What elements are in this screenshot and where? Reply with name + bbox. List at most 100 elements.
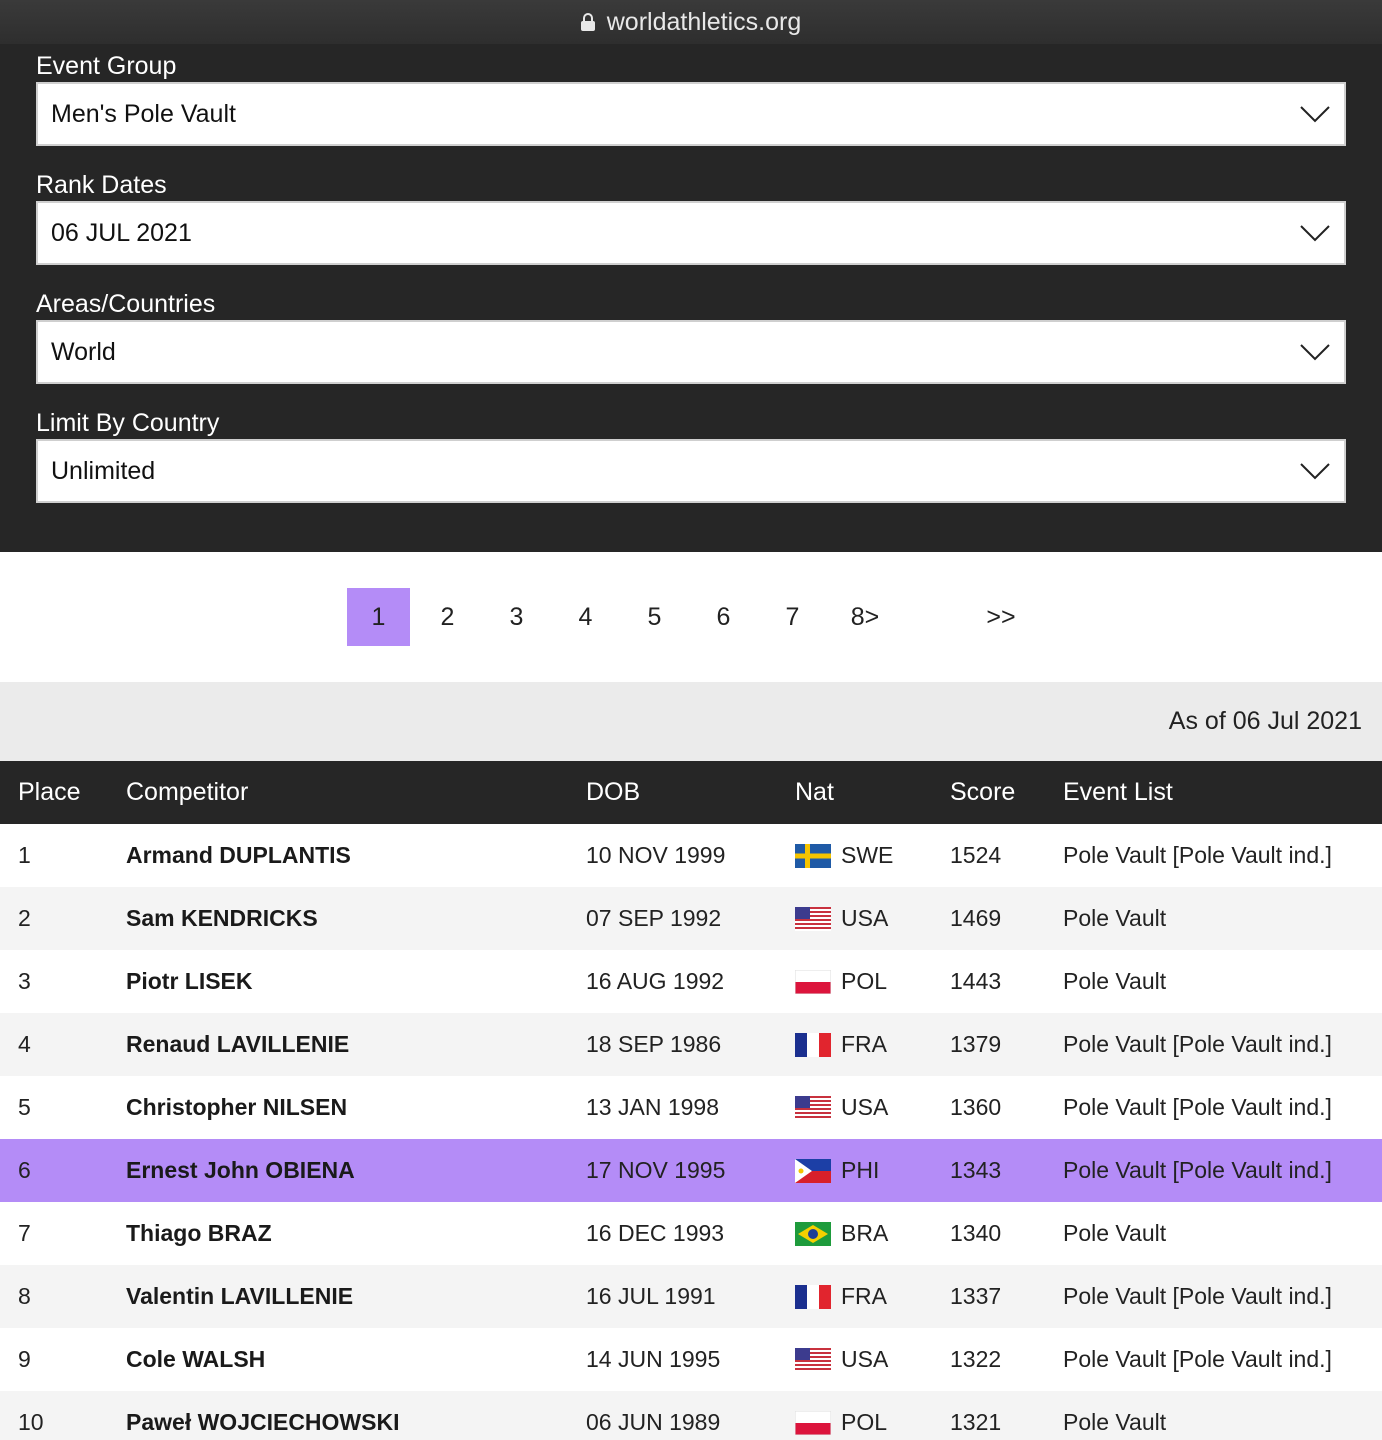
place-cell: 2 (18, 905, 31, 931)
nat-code: BRA (841, 1220, 889, 1246)
rank-dates-select[interactable]: 06 JUL 2021 (36, 201, 1346, 265)
page-button-last[interactable]: >> (966, 588, 1036, 646)
pagination: 1 2 3 4 5 6 7 8> >> (0, 552, 1382, 682)
event-list-cell: Pole Vault [Pole Vault ind.] (1063, 1346, 1332, 1372)
nat-code: SWE (841, 842, 894, 868)
score-cell: 1443 (950, 968, 1002, 994)
nat-cell: SWE (795, 824, 950, 887)
place-cell: 4 (18, 1031, 31, 1057)
place-cell: 3 (18, 968, 31, 994)
dob-cell: 06 JUN 1989 (586, 1409, 721, 1435)
page-button-7[interactable]: 7 (761, 588, 824, 646)
column-header-nat[interactable]: Nat (795, 761, 950, 824)
place-cell: 6 (18, 1157, 31, 1183)
column-header-competitor[interactable]: Competitor (126, 761, 586, 824)
france-flag-icon (795, 1032, 831, 1057)
usa-flag-icon (795, 1095, 831, 1120)
page-button-8-next[interactable]: 8> (830, 588, 900, 646)
limit-by-country-value: Unlimited (51, 456, 156, 485)
competitor-name-link[interactable]: Thiago BRAZ (126, 1202, 586, 1265)
nat-code: FRA (841, 1283, 887, 1309)
score-cell: 1340 (950, 1220, 1002, 1246)
event-list-cell: Pole Vault [Pole Vault ind.] (1063, 842, 1332, 868)
column-header-event-list[interactable]: Event List (1063, 761, 1382, 824)
table-row[interactable]: 7 Thiago BRAZ 16 DEC 1993 BRA 1340 Pole Vault (0, 1202, 1382, 1265)
score-cell: 1321 (950, 1409, 1002, 1435)
dob-cell: 16 JUL 1991 (586, 1283, 716, 1309)
page-button-4[interactable]: 4 (554, 588, 617, 646)
event-group-select[interactable]: Men's Pole Vault (36, 82, 1346, 146)
competitor-name-link[interactable]: Cole WALSH (126, 1328, 586, 1391)
competitor-name-link[interactable]: Christopher NILSEN (126, 1076, 586, 1139)
nat-cell: USA (795, 1076, 950, 1139)
table-row[interactable]: 4 Renaud LAVILLENIE 18 SEP 1986 FRA 1379 Pole… (0, 1013, 1382, 1076)
rankings-table: Place Competitor DOB Nat Score Event Lis… (0, 761, 1382, 1440)
place-cell: 9 (18, 1346, 31, 1372)
dob-cell: 10 NOV 1999 (586, 842, 726, 868)
dob-cell: 17 NOV 1995 (586, 1157, 726, 1183)
table-row[interactable]: 9 Cole WALSH 14 JUN 1995 USA 1322 Pole Vault … (0, 1328, 1382, 1391)
event-list-cell: Pole Vault (1063, 968, 1167, 994)
usa-flag-icon (795, 906, 831, 931)
table-row[interactable]: 2 Sam KENDRICKS 07 SEP 1992 USA 1469 Pole Vau… (0, 887, 1382, 950)
place-cell: 5 (18, 1094, 31, 1120)
event-group-label: Event Group (36, 52, 177, 80)
areas-countries-select[interactable]: World (36, 320, 1346, 384)
brazil-flag-icon (795, 1221, 831, 1246)
event-list-cell: Pole Vault (1063, 1220, 1167, 1246)
areas-countries-label: Areas/Countries (36, 290, 216, 318)
nat-cell: BRA (795, 1202, 950, 1265)
as-of-date: As of 06 Jul 2021 (0, 682, 1382, 761)
chevron-down-icon (1300, 344, 1330, 361)
chevron-down-icon (1300, 463, 1330, 480)
table-row[interactable]: 3 Piotr LISEK 16 AUG 1992 POL 1443 Pole Vault (0, 950, 1382, 1013)
chevron-down-icon (1300, 106, 1330, 123)
dob-cell: 14 JUN 1995 (586, 1346, 721, 1372)
competitor-name-link[interactable]: Paweł WOJCIECHOWSKI (126, 1391, 586, 1440)
nat-cell: FRA (795, 1013, 950, 1076)
limit-by-country-select[interactable]: Unlimited (36, 439, 1346, 503)
dob-cell: 18 SEP 1986 (586, 1031, 722, 1057)
place-cell: 8 (18, 1283, 31, 1309)
poland-flag-icon (795, 969, 831, 994)
url-text: worldathletics.org (606, 7, 802, 36)
table-row[interactable]: 10 Paweł WOJCIECHOWSKI 06 JUN 1989 POL 1321 P… (0, 1391, 1382, 1440)
table-row[interactable]: 8 Valentin LAVILLENIE 16 JUL 1991 FRA 1337 Po… (0, 1265, 1382, 1328)
browser-url-bar[interactable]: worldathletics.org (0, 0, 1382, 44)
nat-code: USA (841, 1346, 889, 1372)
rank-dates-value: 06 JUL 2021 (51, 218, 192, 247)
table-header-row: Place Competitor DOB Nat Score Event Lis… (0, 761, 1382, 824)
competitor-name-link[interactable]: Valentin LAVILLENIE (126, 1265, 586, 1328)
competitor-name-link[interactable]: Sam KENDRICKS (126, 887, 586, 950)
page-button-1[interactable]: 1 (347, 588, 410, 646)
page-button-6[interactable]: 6 (692, 588, 755, 646)
page-button-2[interactable]: 2 (416, 588, 479, 646)
sweden-flag-icon (795, 843, 831, 868)
column-header-dob[interactable]: DOB (586, 761, 795, 824)
competitor-name-link[interactable]: Armand DUPLANTIS (126, 824, 586, 887)
chevron-down-icon (1300, 225, 1330, 242)
place-cell: 1 (18, 842, 31, 868)
filters-panel: Event Group Men's Pole Vault Rank Dates … (0, 44, 1382, 552)
competitor-name-link[interactable]: Ernest John OBIENA (126, 1139, 586, 1202)
score-cell: 1379 (950, 1031, 1002, 1057)
column-header-score[interactable]: Score (950, 761, 1063, 824)
philippines-flag-icon (795, 1158, 831, 1183)
nat-code: USA (841, 905, 889, 931)
event-list-cell: Pole Vault (1063, 905, 1167, 931)
column-header-place[interactable]: Place (0, 761, 126, 824)
competitor-name-link[interactable]: Renaud LAVILLENIE (126, 1013, 586, 1076)
place-cell: 10 (18, 1409, 44, 1435)
page-button-3[interactable]: 3 (485, 588, 548, 646)
table-row[interactable]: 6 Ernest John OBIENA 17 NOV 1995 PHI 1343 Pol… (0, 1139, 1382, 1202)
table-row[interactable]: 5 Christopher NILSEN 13 JAN 1998 USA 1360 Pol… (0, 1076, 1382, 1139)
nat-cell: POL (795, 1391, 950, 1440)
competitor-name-link[interactable]: Piotr LISEK (126, 950, 586, 1013)
event-list-cell: Pole Vault [Pole Vault ind.] (1063, 1031, 1332, 1057)
score-cell: 1360 (950, 1094, 1002, 1120)
score-cell: 1524 (950, 842, 1002, 868)
table-row[interactable]: 1 Armand DUPLANTIS 10 NOV 1999 SWE 1524 Pole … (0, 824, 1382, 887)
page-button-5[interactable]: 5 (623, 588, 686, 646)
france-flag-icon (795, 1284, 831, 1309)
nat-cell: PHI (795, 1139, 950, 1202)
